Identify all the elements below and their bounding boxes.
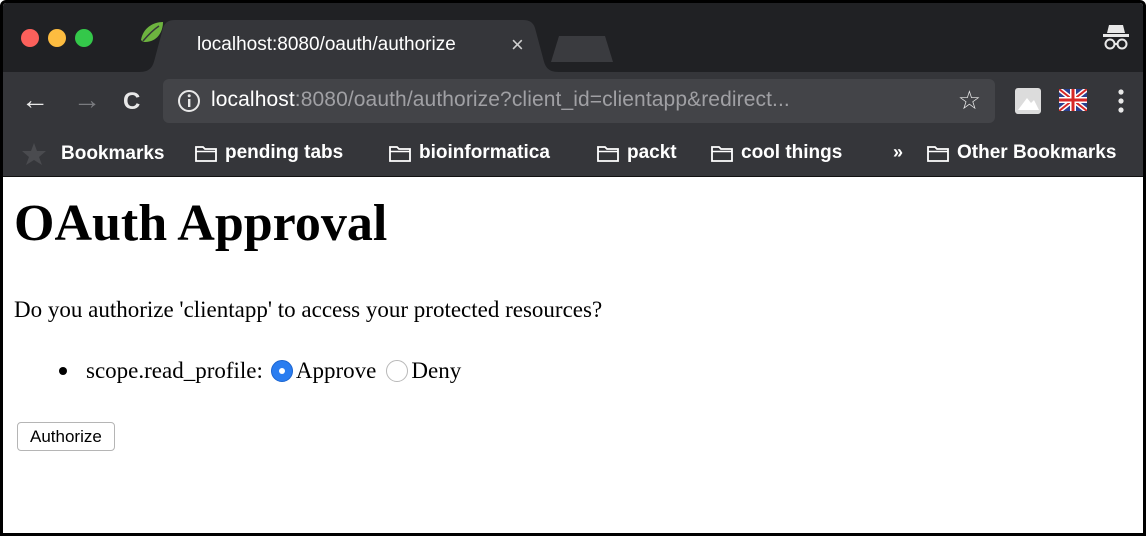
bookmark-label: pending tabs <box>225 142 344 163</box>
bookmark-folder-pending-tabs[interactable]: pending tabs <box>195 142 343 164</box>
bookmark-folder-bioinformatica[interactable]: bioinformatica <box>389 142 550 164</box>
bookmark-folder-packt[interactable]: packt <box>597 142 677 164</box>
minimize-window-button[interactable] <box>48 29 66 47</box>
url-text[interactable]: localhost:8080/oauth/authorize?client_id… <box>211 88 790 112</box>
bookmark-folder-cool-things[interactable]: cool things <box>711 142 842 164</box>
folder-icon <box>597 145 619 162</box>
bookmark-folder-other[interactable]: Other Bookmarks <box>927 142 1116 164</box>
list-bullet <box>59 367 67 375</box>
address-bar[interactable]: localhost:8080/oauth/authorize?client_id… <box>163 79 995 123</box>
page-content: OAuth Approval Do you authorize 'clienta… <box>3 178 1143 533</box>
bookmark-label: Other Bookmarks <box>957 142 1117 163</box>
bookmarks-label: Bookmarks <box>61 143 165 164</box>
tab-title: localhost:8080/oauth/authorize <box>197 34 456 55</box>
maximize-window-button[interactable] <box>75 29 93 47</box>
approve-label[interactable]: Approve <box>296 358 376 384</box>
bookmarks-apps[interactable]: Bookmarks <box>21 142 165 166</box>
extension-mountain-icon <box>1018 98 1039 110</box>
approve-radio[interactable] <box>270 360 293 382</box>
tab-close-icon[interactable]: × <box>511 32 524 58</box>
browser-toolbar: ← → C localhost:8080/oauth/authorize?cli… <box>3 72 1143 130</box>
folder-icon <box>389 145 411 162</box>
bookmark-label: packt <box>627 142 677 163</box>
page-title: OAuth Approval <box>14 195 388 252</box>
url-path: :8080/oauth/authorize?client_id=clientap… <box>294 88 790 111</box>
authorization-question: Do you authorize 'clientapp' to access y… <box>14 297 603 322</box>
tab-strip: localhost:8080/oauth/authorize × <box>3 3 1143 72</box>
folder-icon <box>711 145 733 162</box>
folder-icon <box>195 145 217 162</box>
window-controls <box>21 29 93 47</box>
bookmark-star-icon[interactable]: ☆ <box>958 85 981 116</box>
bookmarks-bar: Bookmarks pending tabs bioinformatica pa… <box>3 130 1143 177</box>
uk-flag-icon[interactable] <box>1059 89 1087 111</box>
menu-icon[interactable] <box>1117 88 1125 114</box>
star-icon <box>22 143 46 165</box>
deny-label[interactable]: Deny <box>411 358 461 384</box>
reload-button[interactable]: C <box>123 88 140 116</box>
active-tab[interactable]: localhost:8080/oauth/authorize × <box>139 20 559 72</box>
info-icon[interactable] <box>177 89 201 113</box>
back-button[interactable]: ← <box>21 86 49 114</box>
spring-leaf-icon <box>141 22 163 42</box>
url-host: localhost <box>211 88 295 111</box>
close-window-button[interactable] <box>21 29 39 47</box>
forward-button[interactable]: → <box>73 86 101 114</box>
deny-radio[interactable] <box>386 360 409 382</box>
incognito-icon[interactable] <box>1103 23 1129 53</box>
new-tab-button[interactable] <box>551 36 613 62</box>
scope-label: scope.read_profile: <box>86 358 263 383</box>
authorize-button[interactable]: Authorize <box>17 422 115 451</box>
bookmarks-overflow-button[interactable]: » <box>893 142 903 163</box>
bookmark-label: bioinformatica <box>419 142 550 163</box>
scope-item: scope.read_profile: Approve Deny <box>59 358 461 384</box>
browser-window: localhost:8080/oauth/authorize × ← → C l… <box>0 0 1146 536</box>
folder-icon <box>927 145 949 162</box>
extension-icon[interactable] <box>1015 88 1041 114</box>
bookmark-label: cool things <box>741 142 843 163</box>
